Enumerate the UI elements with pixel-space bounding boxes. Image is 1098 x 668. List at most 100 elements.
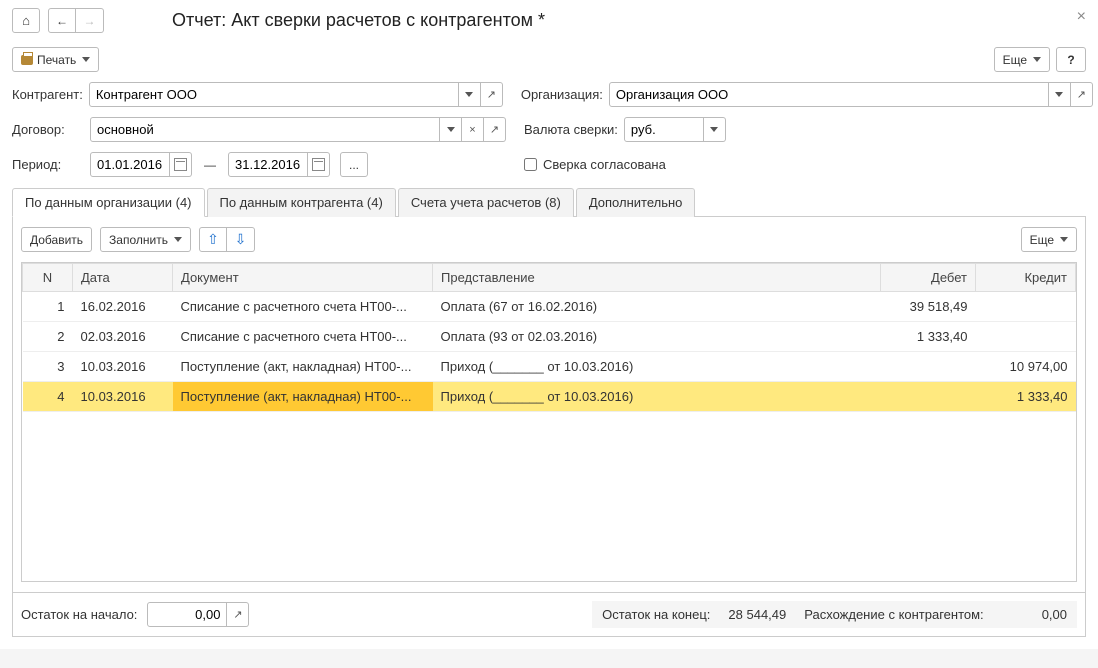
cell-credit: 10 974,00 — [976, 352, 1076, 382]
cell-repr: Приход (_______ от 10.03.2016) — [433, 382, 881, 412]
move-down-button[interactable]: ⇩ — [227, 227, 255, 252]
cell-repr: Приход (_______ от 10.03.2016) — [433, 352, 881, 382]
page-title: Отчет: Акт сверки расчетов с контрагенто… — [172, 10, 545, 31]
contract-clear[interactable]: × — [462, 117, 484, 142]
period-dash: — — [204, 158, 216, 172]
col-date[interactable]: Дата — [73, 264, 173, 292]
org-dropdown[interactable] — [1049, 82, 1071, 107]
arrow-left-icon: ← — [56, 14, 68, 28]
col-debit[interactable]: Дебет — [881, 264, 976, 292]
x-icon: × — [469, 124, 475, 136]
arrow-down-icon: ⇩ — [235, 231, 247, 248]
open-icon: ↗ — [490, 123, 499, 136]
period-from-input[interactable] — [90, 152, 170, 177]
period-from-calendar[interactable] — [170, 152, 192, 177]
counterparty-input[interactable] — [89, 82, 459, 107]
balance-end-value: 28 544,49 — [728, 607, 786, 622]
calendar-icon — [174, 158, 187, 171]
contract-label: Договор: — [12, 122, 84, 137]
add-button[interactable]: Добавить — [21, 227, 92, 252]
period-to-input[interactable] — [228, 152, 308, 177]
org-open[interactable]: ↗ — [1071, 82, 1093, 107]
diff-value: 0,00 — [1042, 607, 1067, 622]
cell-doc: Поступление (акт, накладная) НТ00-... — [173, 352, 433, 382]
cell-debit: 39 518,49 — [881, 292, 976, 322]
data-table: N Дата Документ Представление Дебет Кред… — [22, 263, 1076, 412]
cell-repr: Оплата (93 от 02.03.2016) — [433, 322, 881, 352]
verify-label: Сверка согласована — [543, 157, 666, 172]
org-input[interactable] — [609, 82, 1049, 107]
counterparty-label: Контрагент: — [12, 87, 83, 102]
move-up-button[interactable]: ⇧ — [199, 227, 227, 252]
more-label-panel: Еще — [1030, 233, 1054, 247]
contract-input[interactable] — [90, 117, 440, 142]
diff-label: Расхождение с контрагентом: — [804, 607, 983, 622]
cell-n: 4 — [23, 382, 73, 412]
col-n[interactable]: N — [23, 264, 73, 292]
arrow-up-icon: ⇧ — [207, 231, 219, 248]
org-label: Организация: — [521, 87, 603, 102]
chevron-down-icon — [82, 57, 90, 62]
tab-org-data[interactable]: По данным организации (4) — [12, 188, 205, 217]
cell-doc: Поступление (акт, накладная) НТ00-... — [173, 382, 433, 412]
table-row[interactable]: 202.03.2016Списание с расчетного счета Н… — [23, 322, 1076, 352]
tab-counterparty-data[interactable]: По данным контрагента (4) — [207, 188, 396, 217]
cell-date: 10.03.2016 — [73, 382, 173, 412]
cell-date: 02.03.2016 — [73, 322, 173, 352]
tabs: По данным организации (4) По данным конт… — [12, 187, 1086, 217]
home-icon: ⌂ — [22, 13, 30, 28]
cell-debit — [881, 352, 976, 382]
currency-input[interactable] — [624, 117, 704, 142]
cell-date: 16.02.2016 — [73, 292, 173, 322]
open-icon: ↗ — [487, 88, 496, 101]
arrow-right-icon: → — [84, 14, 96, 28]
currency-dropdown[interactable] — [704, 117, 726, 142]
more-label: Еще — [1003, 53, 1027, 67]
cell-debit: 1 333,40 — [881, 322, 976, 352]
period-label: Период: — [12, 157, 84, 172]
balance-start-label: Остаток на начало: — [21, 607, 137, 622]
fill-button[interactable]: Заполнить — [100, 227, 191, 252]
cell-credit — [976, 322, 1076, 352]
fill-label: Заполнить — [109, 233, 168, 247]
currency-label: Валюта сверки: — [524, 122, 618, 137]
more-button-panel[interactable]: Еще — [1021, 227, 1077, 252]
help-button[interactable]: ? — [1056, 47, 1086, 72]
cell-repr: Оплата (67 от 16.02.2016) — [433, 292, 881, 322]
cell-date: 10.03.2016 — [73, 352, 173, 382]
col-doc[interactable]: Документ — [173, 264, 433, 292]
print-button[interactable]: Печать — [12, 47, 99, 72]
nav-back-button[interactable]: ← — [48, 8, 76, 33]
table-row[interactable]: 410.03.2016Поступление (акт, накладная) … — [23, 382, 1076, 412]
chevron-down-icon — [447, 127, 455, 132]
nav-forward-button[interactable]: → — [76, 8, 104, 33]
period-to-calendar[interactable] — [308, 152, 330, 177]
balance-start-input[interactable] — [147, 602, 227, 627]
verify-checkbox[interactable] — [524, 158, 537, 171]
contract-dropdown[interactable] — [440, 117, 462, 142]
col-credit[interactable]: Кредит — [976, 264, 1076, 292]
chevron-down-icon — [465, 92, 473, 97]
counterparty-dropdown[interactable] — [459, 82, 481, 107]
period-select-button[interactable]: ... — [340, 152, 368, 177]
cell-debit — [881, 382, 976, 412]
print-label: Печать — [37, 53, 76, 67]
chevron-down-icon — [1055, 92, 1063, 97]
home-button[interactable]: ⌂ — [12, 8, 40, 33]
cell-doc: Списание с расчетного счета НТ00-... — [173, 292, 433, 322]
table-row[interactable]: 116.02.2016Списание с расчетного счета Н… — [23, 292, 1076, 322]
close-button[interactable]: × — [1077, 8, 1086, 26]
chevron-down-icon — [1060, 237, 1068, 242]
table-row[interactable]: 310.03.2016Поступление (акт, накладная) … — [23, 352, 1076, 382]
cell-n: 2 — [23, 322, 73, 352]
cell-credit — [976, 292, 1076, 322]
col-repr[interactable]: Представление — [433, 264, 881, 292]
contract-open[interactable]: ↗ — [484, 117, 506, 142]
counterparty-open[interactable]: ↗ — [481, 82, 503, 107]
chevron-down-icon — [710, 127, 718, 132]
more-button-top[interactable]: Еще — [994, 47, 1050, 72]
balance-start-open[interactable]: ↗ — [227, 602, 249, 627]
tab-extra[interactable]: Дополнительно — [576, 188, 696, 217]
tab-accounts[interactable]: Счета учета расчетов (8) — [398, 188, 574, 217]
cell-n: 1 — [23, 292, 73, 322]
